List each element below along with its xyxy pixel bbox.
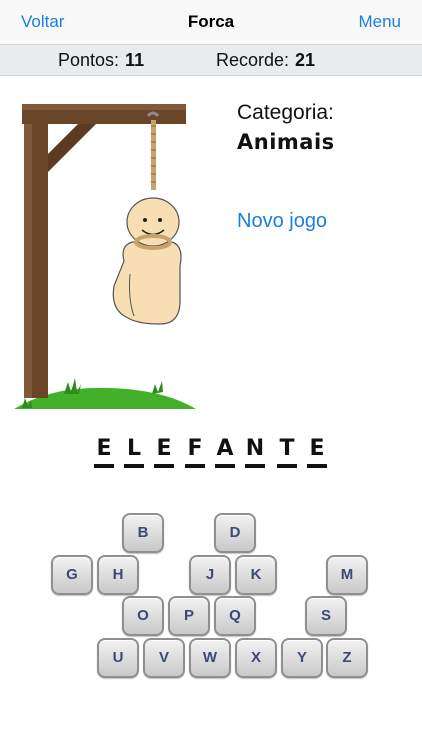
points-label: Pontos: — [58, 50, 120, 70]
word-letter: N — [245, 434, 265, 468]
key-o[interactable]: O — [122, 596, 164, 636]
word-letter: A — [215, 434, 235, 468]
word-letter: F — [185, 434, 205, 468]
points-display: Pontos: 11 — [58, 50, 144, 71]
new-game-button[interactable]: Novo jogo — [237, 210, 327, 233]
word-letter: T — [277, 434, 297, 468]
word-letter: E — [94, 434, 114, 468]
points-value: 11 — [125, 50, 145, 70]
word-letter: L — [124, 434, 144, 468]
category-value: Animais — [237, 130, 335, 154]
record-display: Recorde: 21 — [216, 50, 315, 71]
key-v[interactable]: V — [143, 638, 185, 678]
gallows-brace — [48, 124, 96, 172]
key-s[interactable]: S — [305, 596, 347, 636]
gallows-illustration — [14, 104, 196, 409]
key-y[interactable]: Y — [281, 638, 323, 678]
key-b[interactable]: B — [122, 513, 164, 553]
key-k[interactable]: K — [235, 555, 277, 595]
score-bar: Pontos: 11 Recorde: 21 — [0, 45, 422, 76]
grass-tuft — [152, 381, 163, 394]
hangman-body — [112, 241, 182, 325]
key-d[interactable]: D — [214, 513, 256, 553]
menu-button[interactable]: Menu — [358, 12, 401, 32]
word-letter: E — [154, 434, 174, 468]
key-z[interactable]: Z — [326, 638, 368, 678]
hangman-head — [126, 197, 180, 247]
word-letter: E — [307, 434, 327, 468]
key-p[interactable]: P — [168, 596, 210, 636]
record-value: 21 — [295, 50, 316, 70]
key-j[interactable]: J — [189, 555, 231, 595]
key-g[interactable]: G — [51, 555, 93, 595]
key-q[interactable]: Q — [214, 596, 256, 636]
record-label: Recorde: — [216, 50, 290, 70]
grass-tuft — [64, 378, 81, 394]
word-display: E L E F A N T E — [0, 434, 422, 474]
navigation-bar: Voltar Forca Menu — [0, 0, 422, 45]
key-h[interactable]: H — [97, 555, 139, 595]
category-label: Categoria: — [237, 101, 334, 124]
rope — [151, 120, 156, 190]
key-x[interactable]: X — [235, 638, 277, 678]
key-w[interactable]: W — [189, 638, 231, 678]
key-m[interactable]: M — [326, 555, 368, 595]
key-u[interactable]: U — [97, 638, 139, 678]
